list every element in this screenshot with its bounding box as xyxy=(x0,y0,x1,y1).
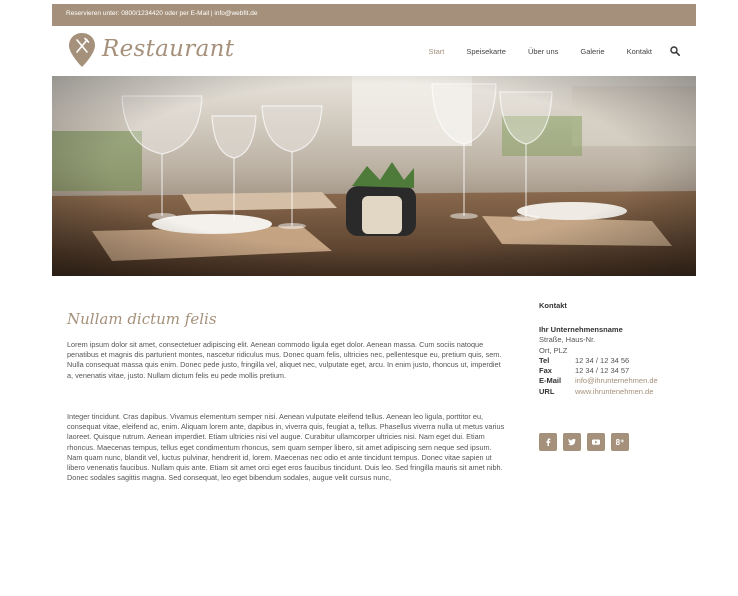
contact-row-email: E-Mail info@ihrunternehmen.de xyxy=(539,376,658,386)
contact-row-fax: Fax 12 34 / 12 34 57 xyxy=(539,366,658,376)
fax-label: Fax xyxy=(539,366,552,376)
google-plus-button[interactable]: 8⁺ xyxy=(611,433,629,451)
contact-row-url: URL www.ihruntenehmen.de xyxy=(539,387,658,397)
content-paragraph-2: Integer tincidunt. Cras dapibus. Vivamus… xyxy=(67,412,505,483)
fork-knife-pin-icon[interactable] xyxy=(68,32,96,68)
address-city: Ort, PLZ xyxy=(539,345,568,355)
fax-value: 12 34 / 12 34 57 xyxy=(575,366,630,376)
url-label: URL xyxy=(539,386,555,396)
page-title: Nullam dictum felis xyxy=(67,310,217,328)
facebook-button[interactable] xyxy=(539,433,557,451)
youtube-button[interactable] xyxy=(587,433,605,451)
address-street: Straße, Haus-Nr. xyxy=(539,335,596,345)
top-info-bar: Reservieren unter: 0800/1234420 oder per… xyxy=(52,4,696,26)
twitter-button[interactable] xyxy=(563,433,581,451)
nav-item-speisekarte[interactable]: Speisekarte xyxy=(466,47,506,56)
tel-label: Tel xyxy=(539,355,550,365)
hero-image xyxy=(52,76,696,276)
nav-item-kontakt[interactable]: Kontakt xyxy=(627,47,652,56)
google-plus-icon: 8⁺ xyxy=(615,437,625,447)
company-name: Ihr Unternehmensname xyxy=(539,325,623,334)
nav-item-ueber-uns[interactable]: Über uns xyxy=(528,47,558,56)
search-icon[interactable] xyxy=(670,46,680,56)
main-navigation: Start Speisekarte Über uns Galerie Konta… xyxy=(406,46,680,56)
twitter-icon xyxy=(568,438,576,446)
facebook-icon xyxy=(546,438,551,446)
nav-item-start[interactable]: Start xyxy=(428,47,444,56)
reservation-info: Reservieren unter: 0800/1234420 oder per… xyxy=(66,10,258,17)
sidebar-title: Kontakt xyxy=(539,301,567,310)
tel-value: 12 34 / 12 34 56 xyxy=(575,355,630,365)
url-link[interactable]: www.ihruntenehmen.de xyxy=(575,387,653,397)
youtube-icon xyxy=(592,439,600,445)
contact-row-tel: Tel 12 34 / 12 34 56 xyxy=(539,356,658,366)
site-logo-title[interactable]: Restaurant xyxy=(102,36,234,62)
social-links: 8⁺ xyxy=(539,433,635,451)
nav-item-galerie[interactable]: Galerie xyxy=(580,47,604,56)
site-header: Restaurant Start Speisekarte Über uns Ga… xyxy=(52,26,696,76)
content-paragraph-1: Lorem ipsum dolor sit amet, consectetuer… xyxy=(67,340,502,380)
email-label: E-Mail xyxy=(539,376,562,386)
contact-block: Ihr Unternehmensname Straße, Haus-Nr. Or… xyxy=(539,325,658,397)
email-link[interactable]: info@ihrunternehmen.de xyxy=(575,376,658,386)
